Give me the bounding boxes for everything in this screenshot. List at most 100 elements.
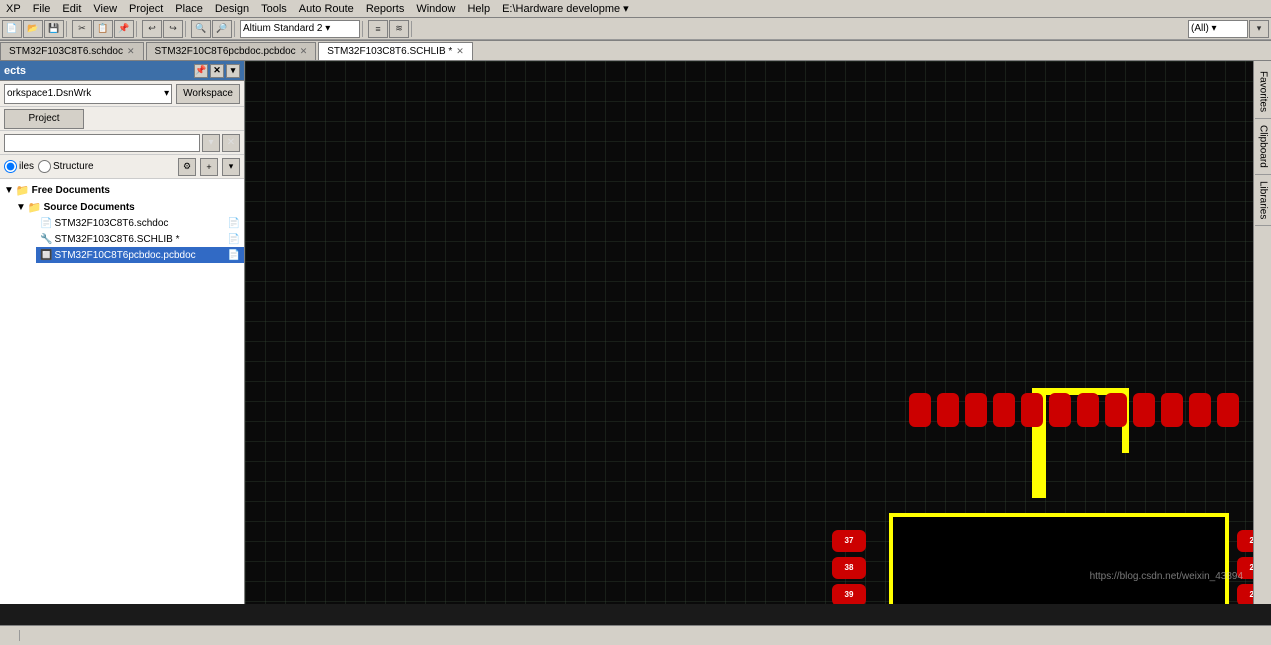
all-dropdown[interactable]: (All) ▾: [1188, 20, 1248, 38]
tb-copy[interactable]: 📋: [93, 20, 113, 38]
tab-pcbdoc[interactable]: STM32F10C8T6pcbdoc.pcbdoc ✕: [146, 42, 317, 60]
tb-new[interactable]: 📄: [2, 20, 22, 38]
tab-schdoc-close[interactable]: ✕: [127, 46, 135, 57]
view-add-btn[interactable]: +: [200, 158, 218, 176]
tb-cut[interactable]: ✂: [72, 20, 92, 38]
view-files-input[interactable]: [4, 160, 17, 173]
toolbar-row-1: 📄 📂 💾 ✂ 📋 📌 ↩ ↪ 🔍 🔎 Altium Standard 2 ▾ …: [0, 18, 1271, 40]
view-files-radio[interactable]: iles: [4, 160, 34, 173]
view-structure-input[interactable]: [38, 160, 51, 173]
menu-help[interactable]: Help: [461, 3, 496, 15]
right-pins: 24 23 22 21 20 19 18 17 16 15 14 13: [1237, 530, 1253, 605]
file-name-0: STM32F103C8T6.schdoc: [54, 218, 168, 229]
menu-xp[interactable]: XP: [0, 3, 27, 15]
status-item-1: [4, 630, 20, 641]
panel-menu-btn[interactable]: ▾: [226, 64, 240, 78]
free-docs-text: Free Documents: [32, 185, 110, 196]
free-documents-label[interactable]: ▼ 📁 Free Documents: [0, 182, 244, 198]
left-panel: ects 📌 ✕ ▾ orkspace1.DsnWrk ▾ Workspace …: [0, 61, 245, 604]
workspace-button[interactable]: Workspace: [176, 84, 240, 104]
workspace-dropdown[interactable]: orkspace1.DsnWrk ▾: [4, 84, 172, 104]
free-docs-arrow: ▼: [4, 185, 14, 196]
tb-undo[interactable]: ↩: [142, 20, 162, 38]
source-documents-group: ▼ 📁 Source Documents 📄 STM32F103C8T6.sch…: [12, 198, 244, 264]
tb-paste[interactable]: 📌: [114, 20, 134, 38]
left-pin-39: 39: [832, 584, 866, 605]
panel-pin-btn[interactable]: 📌: [194, 64, 208, 78]
canvas-area[interactable]: 37 38 39 40 41 42 43 44 45 46 47 48 24 2…: [245, 61, 1253, 604]
free-documents-group: ▼ 📁 Free Documents ▼ 📁 Source Documents …: [0, 181, 244, 265]
top-pin-12: [1217, 393, 1239, 427]
view-structure-radio[interactable]: Structure: [38, 160, 94, 173]
menu-edit[interactable]: Edit: [56, 3, 87, 15]
view-more-btn[interactable]: ▾: [222, 158, 240, 176]
menu-view[interactable]: View: [87, 3, 123, 15]
menu-tools[interactable]: Tools: [255, 3, 293, 15]
file-icon-1: 🔧: [40, 234, 52, 245]
top-pins: [909, 393, 1239, 427]
top-pin-8: [1105, 393, 1127, 427]
left-pin-38: 38: [832, 557, 866, 579]
tab-schlib-close[interactable]: ✕: [456, 46, 464, 57]
right-tab-libraries[interactable]: Libraries: [1255, 175, 1271, 226]
workspace-value: orkspace1.DsnWrk: [7, 88, 91, 99]
top-pin-5: [1021, 393, 1043, 427]
source-docs-icon: 📁: [28, 201, 42, 214]
view-toggle-btn[interactable]: ⚙: [178, 158, 196, 176]
pcb-canvas: 37 38 39 40 41 42 43 44 45 46 47 48 24 2…: [245, 61, 1253, 604]
filter-clear-btn[interactable]: ✕: [222, 134, 240, 152]
tb-redo[interactable]: ↪: [163, 20, 183, 38]
tb-save[interactable]: 💾: [44, 20, 64, 38]
tb-btn-b[interactable]: ≋: [389, 20, 409, 38]
menu-reports[interactable]: Reports: [360, 3, 411, 15]
tb-sep-2: [136, 21, 140, 37]
tb-filter[interactable]: ▾: [1249, 20, 1269, 38]
tab-schdoc[interactable]: STM32F103C8T6.schdoc ✕: [0, 42, 144, 60]
top-pin-1: [909, 393, 931, 427]
tb-sep-4: [234, 21, 238, 37]
file-name-1: STM32F103C8T6.SCHLIB *: [54, 234, 179, 245]
view-structure-label: Structure: [53, 161, 94, 172]
file-icon-0: 📄: [40, 218, 52, 229]
filter-input[interactable]: [4, 134, 200, 152]
source-documents-label[interactable]: ▼ 📁 Source Documents: [12, 199, 244, 215]
right-pin-22: 22: [1237, 584, 1253, 605]
tb-sep-3: [185, 21, 189, 37]
tab-pcbdoc-close[interactable]: ✕: [300, 46, 308, 57]
status-bar: [0, 625, 1271, 645]
tb-zoom-out[interactable]: 🔎: [212, 20, 232, 38]
tb-btn-a[interactable]: ≡: [368, 20, 388, 38]
menu-path[interactable]: E:\Hardware developme ▾: [496, 2, 635, 15]
tab-schlib[interactable]: STM32F103C8T6.SCHLIB * ✕: [318, 42, 473, 60]
workspace-arrow: ▾: [164, 88, 169, 99]
file-item-0[interactable]: 📄 STM32F103C8T6.schdoc 📄: [36, 215, 244, 231]
source-docs-arrow: ▼: [16, 202, 26, 213]
menu-project[interactable]: Project: [123, 3, 169, 15]
right-pin-23: 23: [1237, 557, 1253, 579]
panel-close-btn[interactable]: ✕: [210, 64, 224, 78]
menu-place[interactable]: Place: [169, 3, 209, 15]
menu-autoroute[interactable]: Auto Route: [293, 3, 360, 15]
right-pin-24: 24: [1237, 530, 1253, 552]
free-docs-icon: 📁: [16, 184, 30, 197]
tree-area: ▼ 📁 Free Documents ▼ 📁 Source Documents …: [0, 179, 244, 604]
file-icon-2: 🔲: [40, 250, 52, 261]
menu-file[interactable]: File: [27, 3, 57, 15]
view-files-label: iles: [19, 161, 34, 172]
left-pin-37: 37: [832, 530, 866, 552]
project-button[interactable]: Project: [4, 109, 84, 129]
right-tab-favorites[interactable]: Favorites: [1255, 65, 1271, 119]
tb-zoom-in[interactable]: 🔍: [191, 20, 211, 38]
file-item-2[interactable]: 🔲 STM32F10C8T6pcbdoc.pcbdoc 📄: [36, 247, 244, 263]
tb-open[interactable]: 📂: [23, 20, 43, 38]
workspace-row: orkspace1.DsnWrk ▾ Workspace: [0, 81, 244, 107]
right-tab-clipboard[interactable]: Clipboard: [1255, 119, 1271, 175]
filter-apply-btn[interactable]: ▾: [202, 134, 220, 152]
standard-dropdown[interactable]: Altium Standard 2 ▾: [240, 20, 360, 38]
menu-window[interactable]: Window: [410, 3, 461, 15]
file-item-1[interactable]: 🔧 STM32F103C8T6.SCHLIB * 📄: [36, 231, 244, 247]
view-row: iles Structure ⚙ + ▾: [0, 155, 244, 179]
chip-body: [889, 513, 1229, 605]
left-pins: 37 38 39 40 41 42 43 44 45 46 47 48: [832, 530, 866, 605]
menu-design[interactable]: Design: [209, 3, 255, 15]
